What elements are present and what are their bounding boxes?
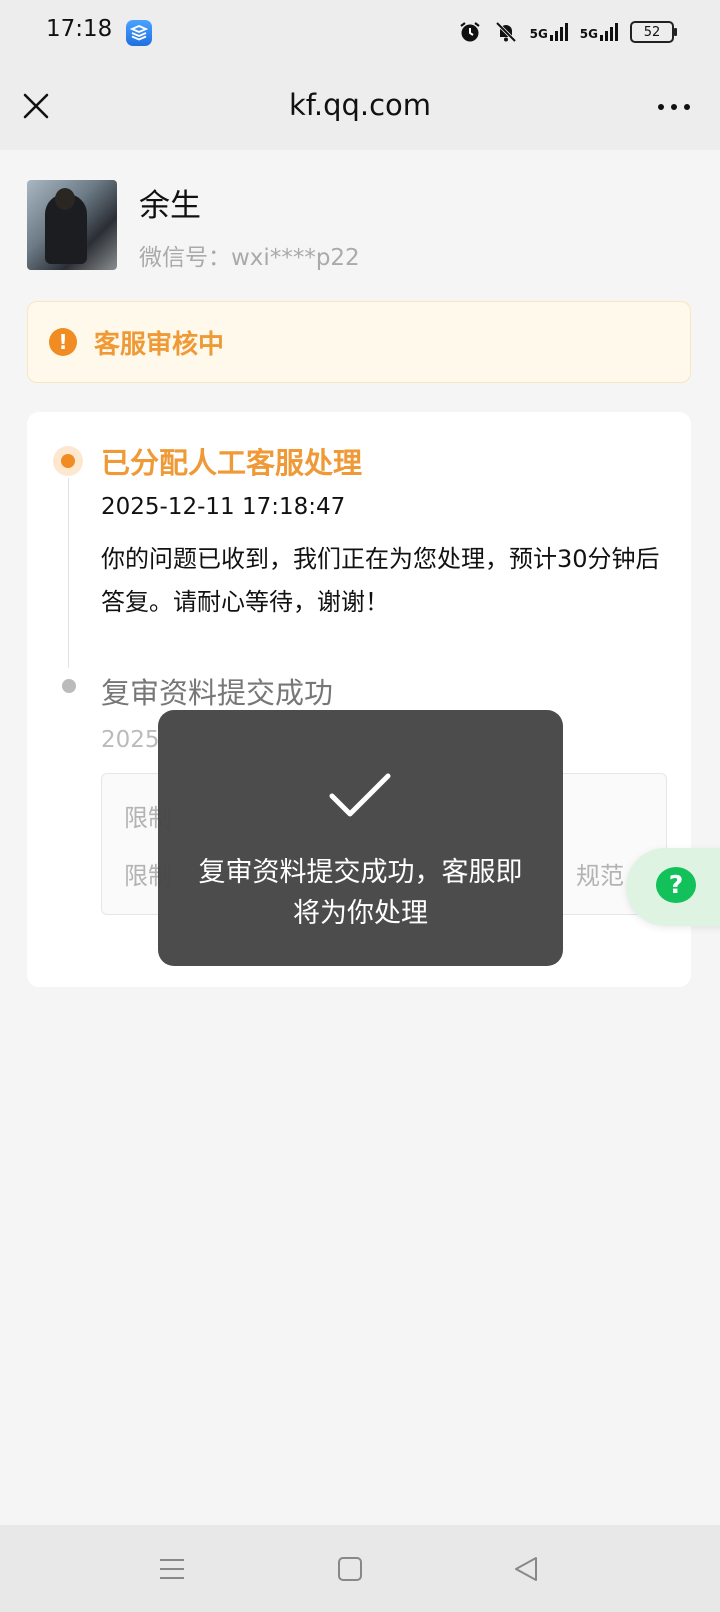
info-line-tail: 规范 [576, 862, 624, 890]
question-icon: ? [656, 867, 696, 903]
review-status-text: 客服审核中 [94, 330, 225, 360]
status-time: 17:18 [46, 16, 113, 42]
timeline-connector [68, 478, 69, 668]
timeline-step-title-2: 复审资料提交成功 [101, 676, 334, 710]
more-options-icon[interactable] [658, 104, 690, 110]
status-bar: 17:18 5G 5G 52 [0, 0, 720, 66]
app-notification-icon [126, 20, 152, 46]
help-button[interactable]: ? [626, 848, 720, 926]
review-status-banner: ! 客服审核中 [27, 301, 691, 383]
timeline-inactive-dot [62, 679, 76, 693]
wechat-id: 微信号：wxi****p22 [139, 245, 360, 271]
user-profile: 余生 微信号：wxi****p22 [27, 180, 687, 272]
page-url-title: kf.qq.com [288, 88, 432, 122]
battery-icon: 52 [630, 21, 677, 43]
mute-icon [495, 21, 516, 43]
timeline-active-dot [53, 446, 83, 476]
timeline-step-time-2: 2025 [101, 727, 160, 753]
back-icon[interactable] [512, 1555, 540, 1583]
timeline-step-description: 你的问题已收到，我们正在为您处理，预计30分钟后答复。请耐心等待，谢谢！ [101, 545, 660, 616]
timeline-step-time: 2025-12-11 17:18:47 [101, 494, 346, 520]
signal-5g-icon: 5G [530, 23, 568, 41]
system-nav-bar [0, 1525, 720, 1612]
browser-navbar: kf.qq.com [0, 66, 720, 150]
toast-message: 复审资料提交成功，客服即将为你处理 [198, 857, 523, 929]
timeline-step-title: 已分配人工客服处理 [101, 446, 363, 480]
signal-5g-icon-2: 5G [580, 23, 618, 41]
avatar [27, 180, 117, 270]
warning-icon: ! [49, 328, 77, 356]
menu-icon[interactable] [158, 1555, 186, 1583]
user-name: 余生 [139, 188, 201, 224]
success-toast: 复审资料提交成功，客服即将为你处理 [158, 710, 563, 966]
checkmark-icon [329, 773, 391, 817]
alarm-icon [459, 22, 480, 42]
home-icon[interactable] [336, 1555, 364, 1583]
